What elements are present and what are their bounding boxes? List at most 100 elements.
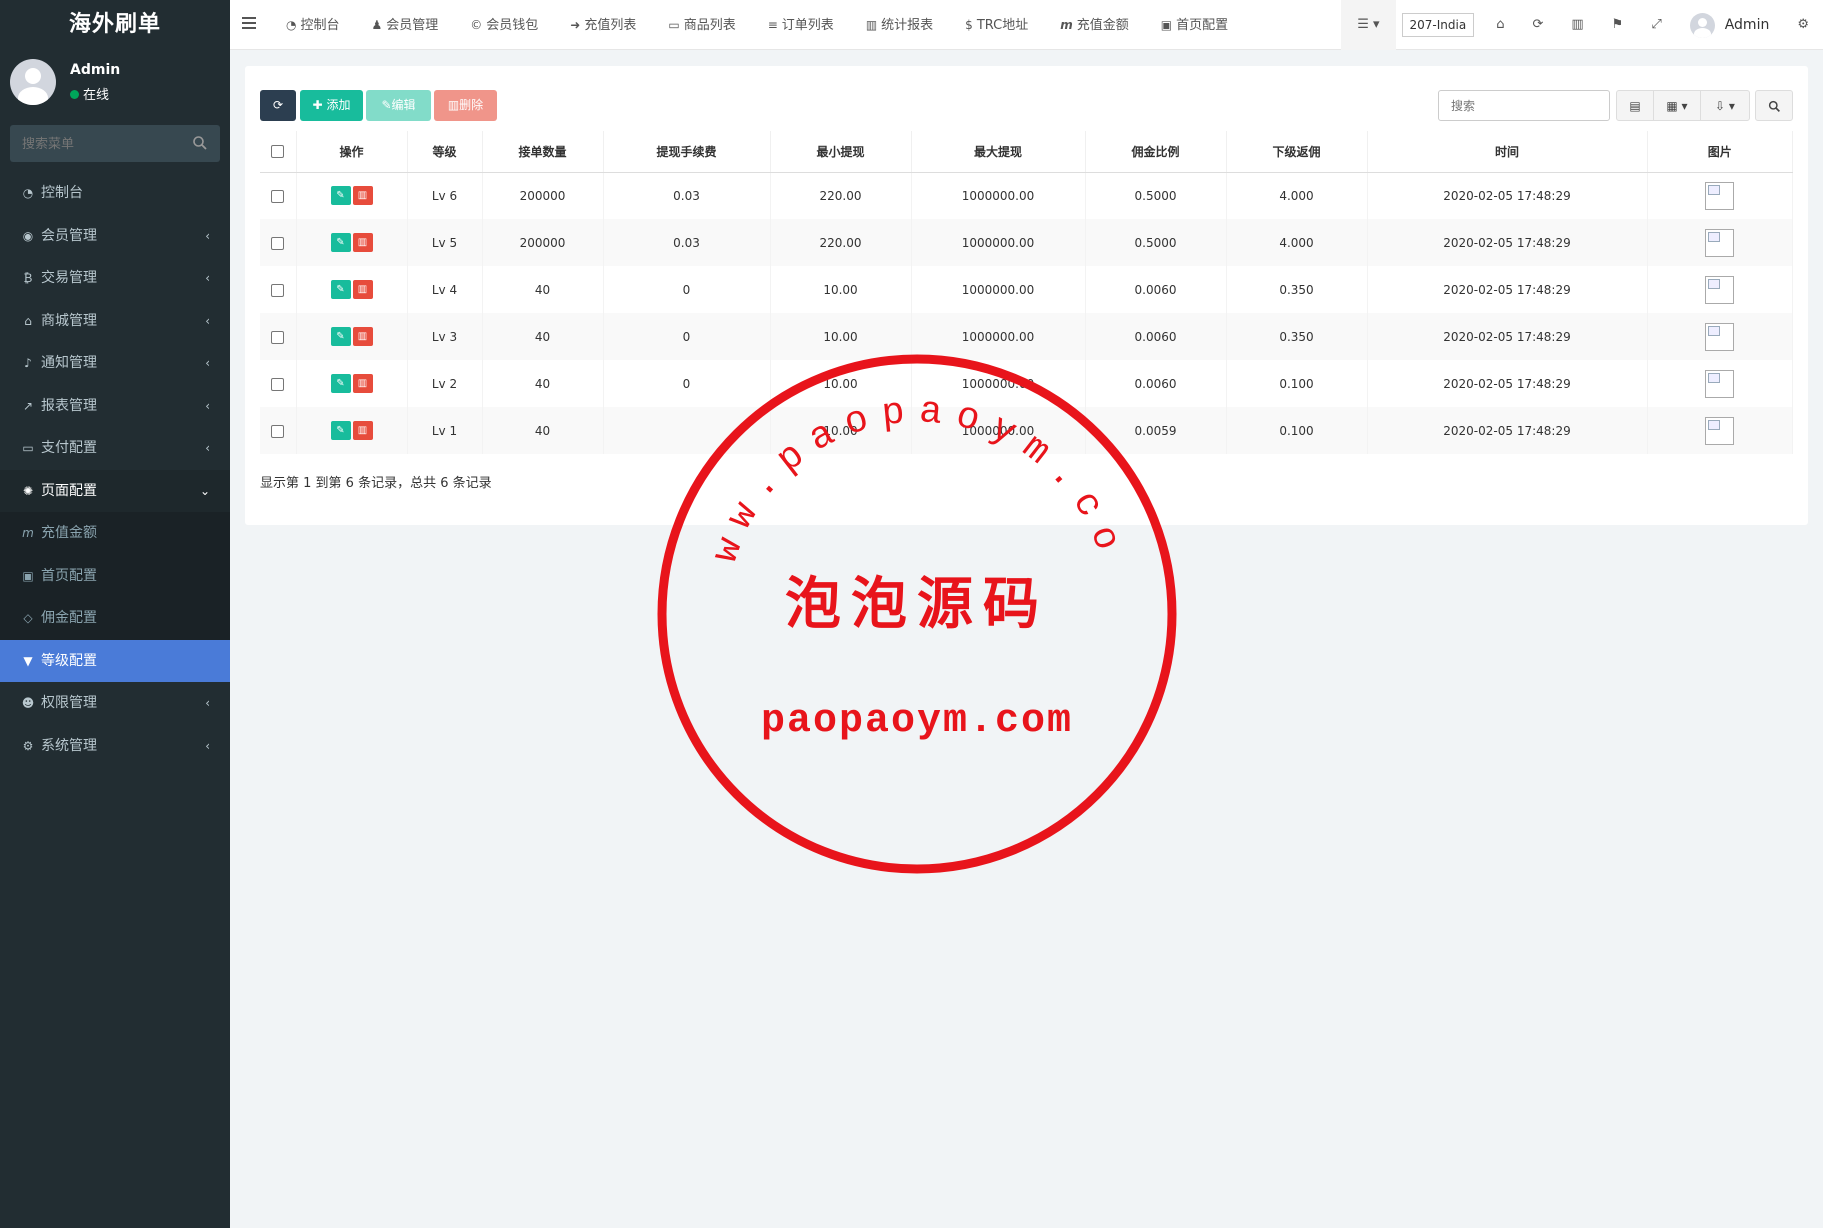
table-search-input[interactable] [1438, 90, 1610, 121]
broken-image-icon[interactable] [1705, 322, 1735, 351]
topnav-home-config[interactable]: ▣ 首页配置 [1145, 0, 1244, 50]
column-header[interactable]: 佣金比例 [1085, 131, 1227, 173]
menu-toggle-icon[interactable] [242, 16, 258, 30]
language-button[interactable]: ⚑ [1598, 0, 1638, 50]
row-checkbox[interactable] [271, 330, 285, 344]
topnav-wallet[interactable]: © 会员钱包 [454, 0, 554, 50]
sidebar-item-home-config[interactable]: ▣ 首页配置 [0, 554, 230, 597]
row-checkbox[interactable] [271, 424, 285, 438]
sidebar-item-label: 等级配置 [41, 652, 97, 669]
edit-row-button[interactable]: ✎ [330, 186, 351, 206]
table-row[interactable]: ✎ ▥ Lv 3 40 0 10.00 1000000.00 0.0060 0.350 2020-… [260, 313, 1793, 360]
column-header[interactable]: 提现手续费 [603, 131, 771, 173]
edit-button[interactable]: ✎编辑 [366, 90, 431, 121]
topnav-order-list[interactable]: ≡ 订单列表 [752, 0, 850, 50]
topnav-stats[interactable]: ▥ 统计报表 [850, 0, 949, 50]
delete-row-button[interactable]: ▥ [352, 186, 373, 206]
edit-row-button[interactable]: ✎ [330, 280, 351, 299]
sidebar-item-trade[interactable]: ₿ 交易管理 ‹ [0, 257, 230, 300]
toggle-view-button[interactable]: ▤ [1616, 90, 1654, 121]
fullscreen-icon: ⤢ [1651, 17, 1662, 32]
column-header[interactable]: 最大提现 [911, 131, 1086, 173]
column-header[interactable]: 等级 [407, 131, 483, 173]
topnav-label: 会员管理 [386, 18, 439, 33]
cell-time: 2020-02-05 17:48:29 [1367, 360, 1648, 407]
home-icon: ⌂ [1496, 17, 1505, 32]
edit-label: 编辑 [391, 98, 416, 112]
row-checkbox[interactable] [271, 189, 285, 203]
table-row[interactable]: ✎ ▥ Lv 5 200000 0.03 220.00 1000000.00 0.5000 4.… [260, 219, 1793, 266]
cell-min-withdraw: 220.00 [770, 219, 912, 266]
export-button[interactable]: ⇩ ▾ [1700, 90, 1750, 121]
broken-image-icon[interactable] [1705, 228, 1735, 257]
sidebar-item-level-config[interactable]: ▼ 等级配置 [0, 639, 230, 682]
table-row[interactable]: ✎ ▥ Lv 6 200000 0.03 220.00 1000000.00 0.5000 4.… [260, 172, 1793, 219]
delete-row-button[interactable]: ▥ [352, 233, 373, 252]
broken-image-icon[interactable] [1705, 369, 1735, 398]
menu-list-dropdown[interactable]: ☰ ▾ [1341, 0, 1396, 50]
save-icon: ▣ [1160, 18, 1173, 32]
broken-image-icon[interactable] [1705, 181, 1735, 210]
add-button[interactable]: ✚ 添加 [300, 90, 363, 121]
settings-button[interactable]: ⚙ [1783, 0, 1823, 50]
row-checkbox[interactable] [271, 377, 285, 391]
sidebar-item-members[interactable]: ◉ 会员管理 ‹ [0, 215, 230, 258]
topnav-recharge-list[interactable]: ➜ 充值列表 [554, 0, 652, 50]
home-button[interactable]: ⌂ [1482, 0, 1518, 50]
sidebar-search [10, 125, 220, 162]
row-checkbox[interactable] [271, 236, 285, 250]
sidebar-item-dashboard[interactable]: ◔ 控制台 [0, 172, 230, 215]
refresh-table-button[interactable]: ⟳ [260, 90, 296, 121]
edit-row-button[interactable]: ✎ [330, 233, 351, 252]
sidebar-item-payment[interactable]: ▭ 支付配置 ‹ [0, 427, 230, 470]
online-dot-icon [70, 90, 79, 99]
sidebar-item-permissions[interactable]: ☻ 权限管理 ‹ [0, 682, 230, 725]
advanced-search-button[interactable] [1755, 90, 1793, 121]
column-header[interactable]: 接单数量 [482, 131, 604, 173]
topnav-dashboard[interactable]: ◔ 控制台 [270, 0, 356, 50]
table-row[interactable]: ✎ ▥ Lv 4 40 0 10.00 1000000.00 0.0060 0.350 2020-… [260, 266, 1793, 313]
search-icon[interactable] [192, 135, 208, 151]
edit-row-button[interactable]: ✎ [330, 327, 351, 346]
delete-row-button[interactable]: ▥ [352, 280, 373, 299]
select-all-checkbox[interactable] [271, 145, 285, 159]
topnav-product-list[interactable]: ▭ 商品列表 [652, 0, 751, 50]
table-row[interactable]: ✎ ▥ Lv 1 40 10.00 1000000.00 0.0059 0.100 2020-0… [260, 407, 1793, 454]
delete-button[interactable]: ▥删除 [434, 90, 497, 121]
row-checkbox[interactable] [271, 283, 285, 297]
column-header[interactable]: 时间 [1367, 131, 1648, 173]
topnav-recharge-amount[interactable]: m 充值金额 [1044, 0, 1145, 50]
columns-button[interactable]: ▦ ▾ [1653, 90, 1701, 121]
clear-cache-button[interactable]: ▥ [1557, 0, 1597, 50]
fullscreen-button[interactable]: ⤢ [1637, 0, 1675, 50]
sidebar-item-commission-config[interactable]: ◇ 佣金配置 [0, 597, 230, 640]
column-header[interactable]: 下级返佣 [1226, 131, 1368, 173]
sidebar-item-system[interactable]: ⚙ 系统管理 ‹ [0, 725, 230, 768]
edit-row-button[interactable]: ✎ [330, 374, 351, 393]
list-alt-icon: ▤ [1629, 99, 1641, 113]
delete-row-button[interactable]: ▥ [352, 327, 373, 346]
refresh-button[interactable]: ⟳ [1518, 0, 1557, 50]
sidebar-search-input[interactable] [10, 125, 220, 162]
admin-menu[interactable]: Admin [1676, 12, 1784, 38]
table-row[interactable]: ✎ ▥ Lv 2 40 0 10.00 1000000.00 0.0060 0.100 2020-… [260, 360, 1793, 407]
row-select-cell [260, 219, 297, 266]
sidebar-item-notify[interactable]: ♪ 通知管理 ‹ [0, 342, 230, 385]
topnav-members[interactable]: ♟ 会员管理 [356, 0, 455, 50]
broken-image-icon[interactable] [1705, 416, 1735, 445]
diamond-icon: ◇ [23, 611, 33, 625]
topnav-trc-address[interactable]: $ TRC地址 [949, 0, 1044, 50]
sidebar-item-shop[interactable]: ⌂ 商城管理 ‹ [0, 300, 230, 343]
column-header[interactable]: 最小提现 [770, 131, 912, 173]
broken-image-icon[interactable] [1705, 275, 1735, 304]
list-icon: ≡ [767, 18, 778, 32]
sidebar-item-page-config[interactable]: ✺ 页面配置 ⌄ [0, 469, 230, 512]
brand-logo[interactable]: 海外刷单 [0, 0, 230, 50]
country-select[interactable]: 207-India [1401, 13, 1475, 37]
delete-row-button[interactable]: ▥ [352, 421, 373, 440]
delete-row-button[interactable]: ▥ [352, 374, 373, 393]
sidebar-item-reports[interactable]: ↗ 报表管理 ‹ [0, 385, 230, 428]
sidebar-item-recharge-amount[interactable]: m 充值金额 [0, 512, 230, 555]
cell-fee: 0 [603, 313, 771, 360]
edit-row-button[interactable]: ✎ [330, 421, 351, 440]
